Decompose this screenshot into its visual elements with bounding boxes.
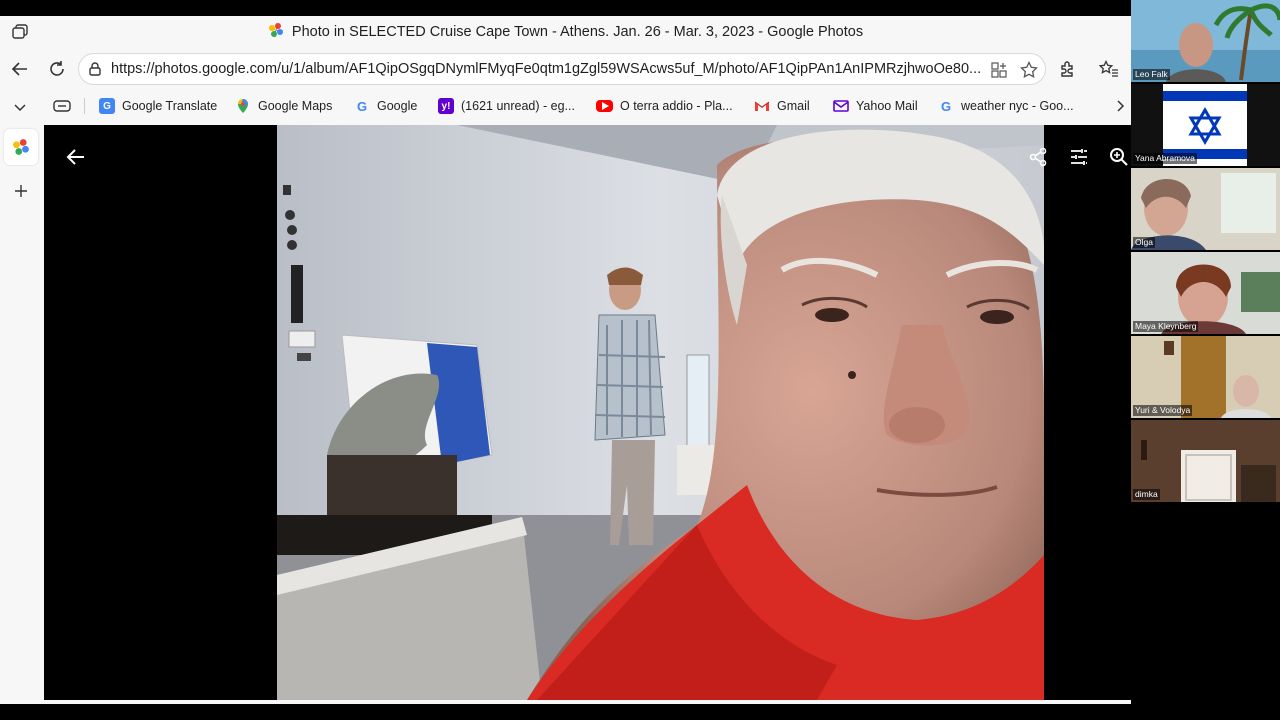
favorites-list-icon[interactable] [1098, 58, 1120, 80]
bookmark-label: Yahoo Mail [856, 99, 918, 113]
bookmark-yahoo-unread[interactable]: y! (1621 unread) - eg... [438, 97, 575, 115]
bookmark-google[interactable]: G Google [354, 97, 417, 115]
youtube-icon [596, 100, 613, 112]
participant-name: Yana Abramova [1133, 153, 1197, 164]
address-bar[interactable]: https://photos.google.com/u/1/album/AF1Q… [78, 53, 1046, 85]
bookmark-label: weather nyc - Goo... [961, 99, 1074, 113]
title-bar: Photo in SELECTED Cruise Cape Town - Ath… [0, 16, 1131, 48]
participant-tile[interactable]: dimka [1131, 420, 1280, 502]
app-available-icon[interactable] [991, 62, 1007, 83]
bookmarks-bar: G Google Translate Google Maps G Google … [0, 90, 1131, 122]
bookmark-yahoo-mail[interactable]: Yahoo Mail [833, 97, 918, 115]
bookmark-label: (1621 unread) - eg... [461, 99, 575, 113]
bottom-black-strip [0, 704, 1131, 720]
participant-name: Yuri & Volodya [1133, 405, 1193, 416]
sidebar-google-photos[interactable] [4, 129, 38, 165]
zoom-in-icon[interactable] [1107, 145, 1131, 169]
participant-tile[interactable]: Yana Abramova [1131, 84, 1280, 166]
bookmark-label: Google [377, 99, 418, 113]
google-photos-icon [268, 22, 284, 42]
back-arrow-icon[interactable] [9, 58, 31, 80]
edit-adjust-icon[interactable] [1067, 145, 1091, 169]
add-sidebar-app-icon[interactable] [11, 181, 31, 201]
chevron-right-icon[interactable] [1109, 95, 1131, 117]
url-text[interactable]: https://photos.google.com/u/1/album/AF1Q… [111, 61, 981, 77]
navigation-bar: https://photos.google.com/u/1/album/AF1Q… [0, 52, 1131, 86]
photo-viewer [44, 125, 1131, 700]
participant-name: Leo Falk [1133, 69, 1170, 80]
window-title-area: Photo in SELECTED Cruise Cape Town - Ath… [0, 16, 1131, 48]
lock-icon [88, 62, 102, 81]
bookmark-label: Google Maps [258, 99, 333, 113]
maps-pin-icon [235, 98, 251, 114]
yahoo-icon: y! [438, 98, 454, 114]
participant-name: Olga [1133, 237, 1155, 248]
bookmark-youtube[interactable]: O terra addio - Pla... [596, 97, 733, 115]
gmail-icon [754, 98, 770, 114]
favorite-star-icon[interactable] [1020, 60, 1038, 84]
video-call-gallery: Leo Falk Yana Abramova Olga Maya Kleynbe… [1131, 0, 1280, 720]
extensions-icon[interactable] [1056, 58, 1078, 80]
chevron-down-icon[interactable] [9, 96, 31, 118]
photo-image [277, 125, 1044, 700]
bookmark-google-translate[interactable]: G Google Translate [99, 97, 217, 115]
viewer-back-arrow-icon[interactable] [64, 145, 88, 169]
share-icon[interactable] [1026, 145, 1050, 169]
participant-name: Maya Kleynberg [1133, 321, 1199, 332]
bookmark-weather-nyc[interactable]: G weather nyc - Goo... [938, 97, 1074, 115]
bookmark-google-maps[interactable]: Google Maps [235, 97, 332, 115]
participant-tile[interactable]: Olga [1131, 168, 1280, 250]
yahoo-mail-icon [833, 98, 849, 114]
participant-tile[interactable]: Yuri & Volodya [1131, 336, 1280, 418]
bookmarks-divider [84, 98, 85, 114]
top-black-strip [0, 0, 1131, 16]
bookmark-gmail[interactable]: Gmail [754, 97, 810, 115]
bookmark-label: Gmail [777, 99, 810, 113]
participant-tile[interactable]: Leo Falk [1131, 0, 1280, 82]
translate-icon: G [99, 98, 115, 114]
browser-window: Photo in SELECTED Cruise Cape Town - Ath… [0, 16, 1131, 704]
bookmark-label: Google Translate [122, 99, 218, 113]
participant-name: dimka [1133, 489, 1160, 500]
page-title: Photo in SELECTED Cruise Cape Town - Ath… [291, 24, 864, 40]
google-g-icon: G [356, 98, 368, 114]
google-photos-icon [13, 139, 29, 155]
browser-sidebar [0, 126, 44, 704]
participant-tile[interactable]: Maya Kleynberg [1131, 252, 1280, 334]
bookmark-label: O terra addio - Pla... [620, 99, 733, 113]
google-g-icon: G [940, 98, 952, 114]
reading-list-icon[interactable] [51, 95, 73, 117]
refresh-icon[interactable] [46, 58, 68, 80]
